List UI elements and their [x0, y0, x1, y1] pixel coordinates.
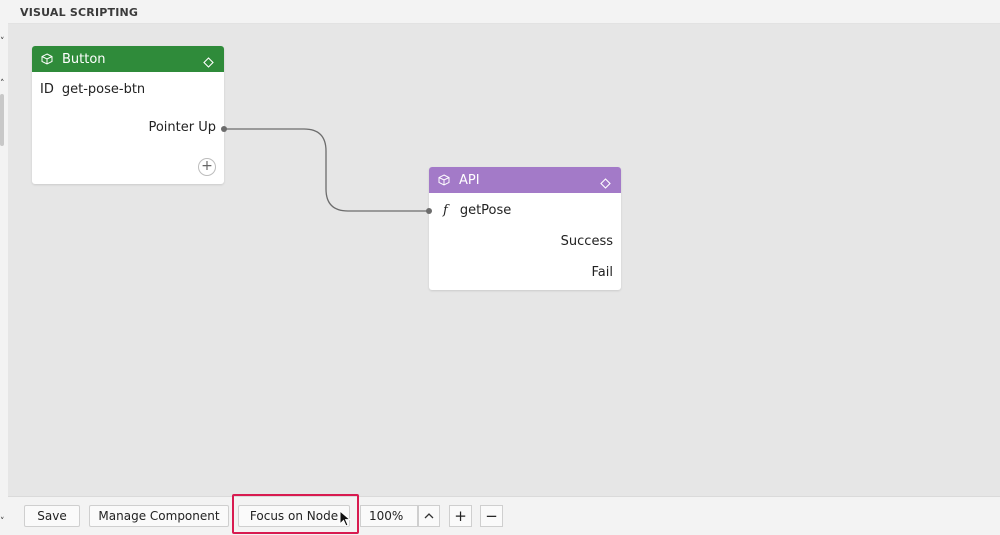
button-node-title: Button — [62, 51, 106, 67]
panel-header: VISUAL SCRIPTING — [8, 0, 1000, 24]
zoom-out-button[interactable]: − — [480, 505, 503, 527]
chevron-up-icon[interactable] — [418, 505, 440, 527]
panel-title: VISUAL SCRIPTING — [20, 6, 139, 19]
id-label: ID — [40, 82, 54, 97]
pointer-up-port[interactable] — [221, 126, 227, 132]
button-id-row: ID get-pose-btn — [40, 82, 145, 97]
api-node[interactable]: API f getPose Success Fail — [426, 167, 621, 290]
api-node-title: API — [459, 172, 480, 188]
button-node[interactable]: Button ID get-pose-btn Pointer Up + — [32, 46, 227, 184]
zoom-level-field[interactable]: 100% — [360, 505, 418, 527]
fail-output: Fail — [591, 265, 613, 280]
pointer-up-output: Pointer Up — [148, 120, 216, 135]
collapse-caret-icon[interactable]: ˅ — [0, 518, 5, 527]
id-value: get-pose-btn — [61, 82, 146, 97]
api-node-header[interactable]: API — [429, 167, 621, 193]
collapse-caret-icon[interactable]: ˅ — [0, 38, 5, 47]
function-row: f getPose — [443, 203, 511, 218]
node-canvas[interactable]: Button ID get-pose-btn Pointer Up + API — [8, 24, 1000, 496]
zoom-in-button[interactable]: + — [449, 505, 472, 527]
add-output-button[interactable]: + — [198, 158, 216, 176]
scrollbar-thumb[interactable] — [0, 94, 4, 146]
save-button[interactable]: Save — [24, 505, 80, 527]
diamond-icon[interactable] — [203, 53, 214, 68]
button-node-header[interactable]: Button — [32, 46, 224, 72]
api-input-port[interactable] — [426, 208, 432, 214]
cube-icon — [41, 53, 53, 65]
mouse-cursor-icon — [339, 510, 352, 527]
expand-caret-icon[interactable]: ˄ — [0, 80, 5, 89]
left-edge-strip: ˅ ˄ ˅ — [0, 0, 8, 535]
diamond-icon[interactable] — [600, 174, 611, 189]
function-icon: f — [443, 203, 448, 218]
cube-icon — [438, 174, 450, 186]
visual-scripting-window: ˅ ˄ ˅ VISUAL SCRIPTING Button ID get-pose… — [0, 0, 1000, 535]
function-name: getPose — [459, 203, 512, 218]
success-output: Success — [560, 234, 613, 249]
manage-component-button[interactable]: Manage Component — [89, 505, 229, 527]
bottom-toolbar: Save Manage Component Focus on Node 100%… — [8, 496, 1000, 535]
